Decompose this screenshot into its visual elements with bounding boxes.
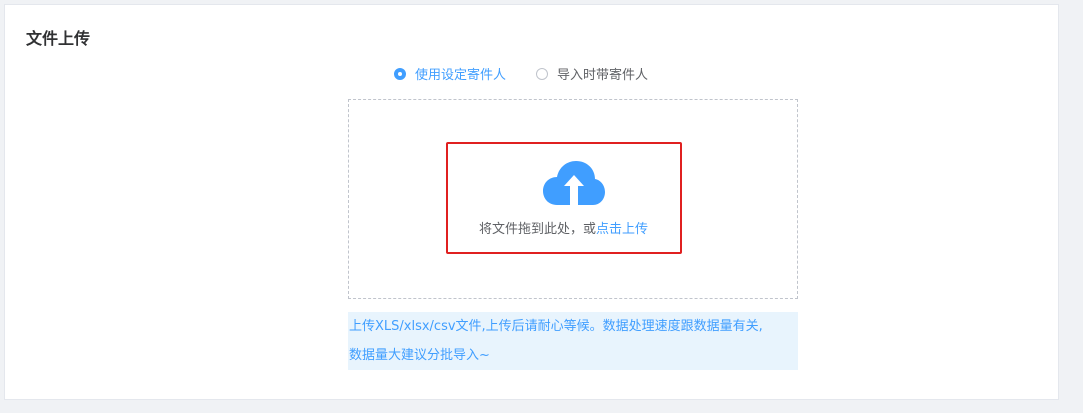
sender-radio-group: 使用设定寄件人 导入时带寄件人 <box>394 64 678 83</box>
radio-label: 使用设定寄件人 <box>415 68 507 83</box>
click-upload-link[interactable]: 点击上传 <box>596 222 648 237</box>
radio-import-with-sender[interactable]: 导入时带寄件人 <box>536 64 648 83</box>
page-scrollbar-track[interactable] <box>1069 0 1083 413</box>
radio-label: 导入时带寄件人 <box>557 68 649 83</box>
radio-checked-icon <box>394 67 406 80</box>
tip-line-1: 上传XLS/xlsx/csv文件,上传后请耐心等候。数据处理速度跟数据量有关, <box>349 319 763 334</box>
cloud-upload-icon[interactable] <box>543 161 605 207</box>
upload-instruction: 将文件拖到此处，或点击上传 <box>479 218 669 237</box>
radio-use-preset-sender[interactable]: 使用设定寄件人 <box>394 64 506 83</box>
drag-text: 将文件拖到此处，或 <box>479 222 597 237</box>
radio-unchecked-icon <box>536 67 549 80</box>
tip-line-2: 数据量大建议分批导入~ <box>349 348 490 363</box>
upload-tip: 上传XLS/xlsx/csv文件,上传后请耐心等候。数据处理速度跟数据量有关, … <box>348 312 798 370</box>
panel-title: 文件上传 <box>26 29 91 48</box>
